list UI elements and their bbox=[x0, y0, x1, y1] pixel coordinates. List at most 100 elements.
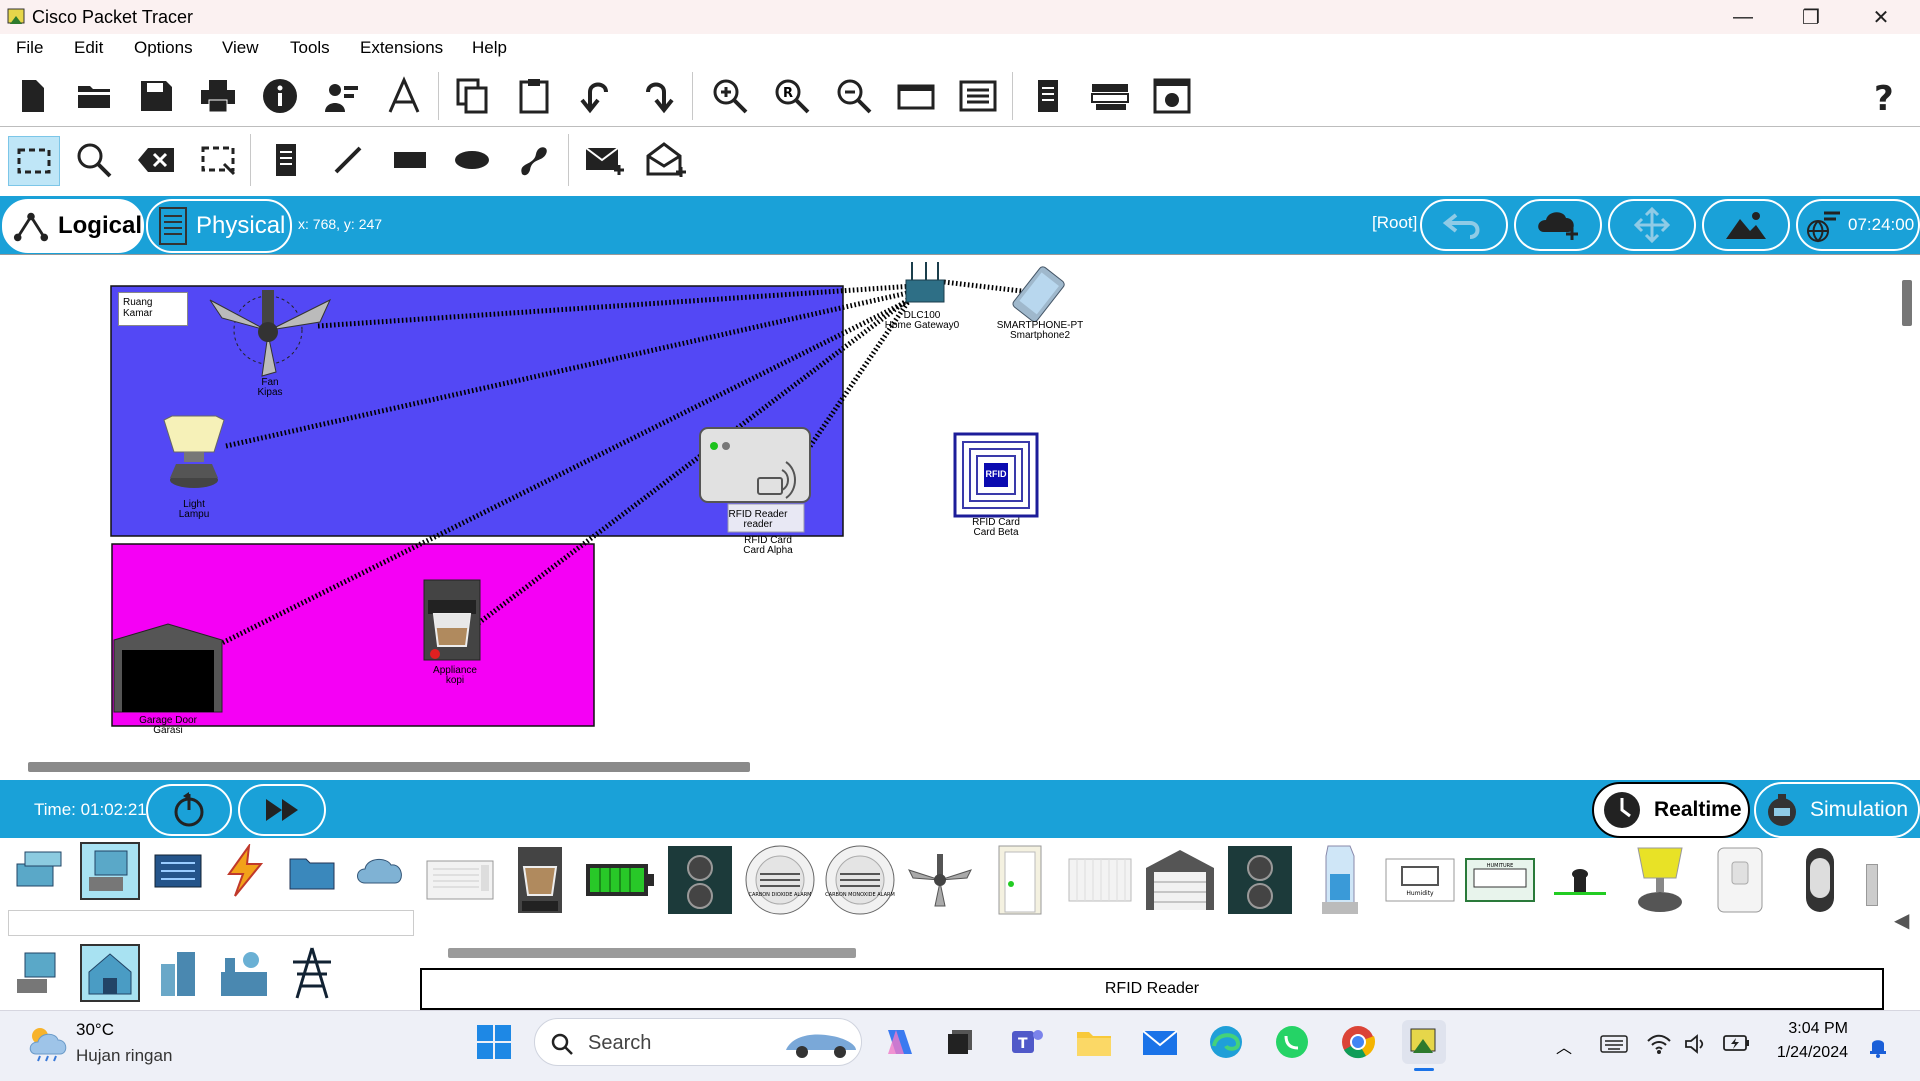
palette-co2-alarm-icon[interactable]: CARBON DIOXIDE ALARM bbox=[742, 842, 818, 918]
subcategory-home-icon[interactable] bbox=[80, 944, 140, 1002]
vertical-scrollbar[interactable] bbox=[1902, 280, 1912, 326]
palette-door-icon[interactable] bbox=[982, 842, 1058, 918]
save-icon[interactable] bbox=[134, 74, 178, 118]
delete-tool-icon[interactable] bbox=[134, 138, 178, 182]
palette-speaker-2-icon[interactable] bbox=[1222, 842, 1298, 918]
menu-help[interactable]: Help bbox=[472, 38, 507, 58]
open-folder-icon[interactable] bbox=[72, 74, 116, 118]
select-tool-icon[interactable] bbox=[8, 136, 60, 186]
undo-icon[interactable] bbox=[574, 74, 618, 118]
category-components-icon[interactable] bbox=[148, 842, 208, 900]
weather-description[interactable]: Hujan ringan bbox=[76, 1046, 172, 1066]
close-button[interactable]: ✕ bbox=[1852, 0, 1910, 34]
palette-motion-sensor-icon[interactable] bbox=[1542, 842, 1618, 918]
minimize-button[interactable]: — bbox=[1714, 0, 1772, 34]
horizontal-scrollbar[interactable] bbox=[28, 762, 750, 772]
zoom-reset-icon[interactable]: R bbox=[770, 74, 814, 118]
category-end-devices-icon[interactable] bbox=[80, 842, 140, 900]
info-icon[interactable] bbox=[258, 74, 302, 118]
menu-view[interactable]: View bbox=[222, 38, 259, 58]
draw-freeform-icon[interactable] bbox=[512, 138, 556, 182]
system-date[interactable]: 1/24/2024 bbox=[1768, 1044, 1848, 1062]
move-object-button[interactable] bbox=[1608, 199, 1696, 251]
weather-rain-cloud-icon[interactable] bbox=[26, 1024, 70, 1062]
palette-ceiling-fan-icon[interactable] bbox=[902, 842, 978, 918]
subcategory-industrial-icon[interactable] bbox=[214, 944, 274, 1002]
palette-air-conditioner-icon[interactable] bbox=[422, 842, 498, 918]
inspect-tool-icon[interactable] bbox=[72, 138, 116, 182]
palette-speaker-icon[interactable] bbox=[662, 842, 738, 918]
palette-window-icon[interactable] bbox=[1062, 842, 1138, 918]
paste-icon[interactable] bbox=[512, 74, 556, 118]
copilot-app-icon[interactable] bbox=[878, 1020, 922, 1064]
subcategory-power-grid-icon[interactable] bbox=[282, 944, 342, 1002]
palette-doorbell-icon[interactable] bbox=[1782, 842, 1858, 918]
palette-humidity-monitor-icon[interactable]: Humidity bbox=[1382, 842, 1458, 918]
wifi-icon[interactable] bbox=[1646, 1032, 1672, 1056]
notification-bell-icon[interactable] bbox=[1866, 1034, 1890, 1058]
mail-app-icon[interactable] bbox=[1138, 1020, 1182, 1064]
windows-start-icon[interactable] bbox=[476, 1024, 512, 1060]
environment-icon[interactable] bbox=[1150, 74, 1194, 118]
redo-icon[interactable] bbox=[636, 74, 680, 118]
draw-ellipse-icon[interactable] bbox=[450, 138, 494, 182]
fast-forward-time-button[interactable] bbox=[238, 784, 326, 836]
weather-temperature[interactable]: 30°C bbox=[76, 1020, 114, 1040]
volume-icon[interactable] bbox=[1684, 1032, 1708, 1056]
menu-file[interactable]: File bbox=[16, 38, 43, 58]
palette-horizontal-scrollbar[interactable] bbox=[448, 948, 856, 958]
palette-battery-icon[interactable] bbox=[582, 842, 658, 918]
drawing-palette-icon[interactable] bbox=[894, 74, 938, 118]
set-background-button[interactable] bbox=[1702, 199, 1790, 251]
palette-smoke-detector-icon[interactable] bbox=[1702, 842, 1778, 918]
place-note-icon[interactable] bbox=[264, 138, 308, 182]
category-miscellaneous-icon[interactable] bbox=[282, 842, 342, 900]
viewport-clock-button[interactable]: 07:24:00 bbox=[1796, 199, 1920, 251]
new-cluster-button[interactable] bbox=[1514, 199, 1602, 251]
subcategory-end-devices-icon[interactable] bbox=[8, 944, 68, 1002]
physical-view-button[interactable]: Physical bbox=[146, 199, 292, 253]
new-file-icon[interactable] bbox=[10, 74, 54, 118]
whatsapp-icon[interactable] bbox=[1270, 1020, 1314, 1064]
room-note[interactable]: Ruang Kamar bbox=[118, 292, 188, 326]
network-wizard-icon[interactable] bbox=[320, 74, 364, 118]
palette-lamp-icon[interactable] bbox=[1622, 842, 1698, 918]
smartphone-device-icon[interactable] bbox=[1011, 265, 1065, 323]
menu-edit[interactable]: Edit bbox=[74, 38, 103, 58]
task-view-icon[interactable] bbox=[938, 1020, 982, 1064]
custom-devices-dialog-icon[interactable] bbox=[956, 74, 1000, 118]
edge-browser-icon[interactable] bbox=[1204, 1020, 1248, 1064]
zoom-in-icon[interactable] bbox=[708, 74, 752, 118]
activity-wizard-icon[interactable] bbox=[382, 74, 426, 118]
restore-button[interactable]: ❐ bbox=[1782, 0, 1840, 34]
file-explorer-icon[interactable] bbox=[1072, 1020, 1116, 1064]
add-simple-pdu-icon[interactable] bbox=[582, 138, 626, 182]
teams-app-icon[interactable]: T bbox=[1006, 1020, 1050, 1064]
category-multiuser-icon[interactable] bbox=[350, 842, 410, 900]
palette-scroll-right-icon[interactable]: ◀ bbox=[1894, 908, 1909, 933]
print-icon[interactable] bbox=[196, 74, 240, 118]
palette-humidifier-icon[interactable] bbox=[1302, 842, 1378, 918]
draw-line-icon[interactable] bbox=[326, 138, 370, 182]
subcategory-smart-city-icon[interactable] bbox=[148, 944, 208, 1002]
simulation-mode-button[interactable]: Simulation bbox=[1754, 782, 1920, 838]
system-time[interactable]: 3:04 PM bbox=[1770, 1020, 1848, 1038]
draw-rectangle-icon[interactable] bbox=[388, 138, 432, 182]
coffee-appliance-device-icon[interactable] bbox=[423, 579, 481, 661]
notes-icon[interactable] bbox=[1026, 74, 1070, 118]
root-breadcrumb[interactable]: [Root] bbox=[1372, 213, 1417, 233]
show-hidden-icons-chevron-icon[interactable]: ︿ bbox=[1556, 1034, 1572, 1058]
category-connections-icon[interactable] bbox=[214, 842, 274, 900]
zoom-out-icon[interactable] bbox=[832, 74, 876, 118]
copy-icon[interactable] bbox=[450, 74, 494, 118]
palette-coffee-maker-icon[interactable] bbox=[502, 842, 578, 918]
viewport-icon[interactable] bbox=[1088, 74, 1132, 118]
palette-co-alarm-icon[interactable]: CARBON MONOXIDE ALARM bbox=[822, 842, 898, 918]
home-gateway-device-icon[interactable] bbox=[905, 262, 945, 303]
packet-tracer-taskbar-icon[interactable] bbox=[1402, 1020, 1446, 1064]
chrome-browser-icon[interactable] bbox=[1336, 1020, 1380, 1064]
power-cycle-devices-button[interactable] bbox=[146, 784, 232, 836]
resize-shape-icon[interactable] bbox=[196, 138, 240, 182]
battery-charging-icon[interactable] bbox=[1722, 1032, 1752, 1054]
add-complex-pdu-icon[interactable] bbox=[644, 138, 688, 182]
